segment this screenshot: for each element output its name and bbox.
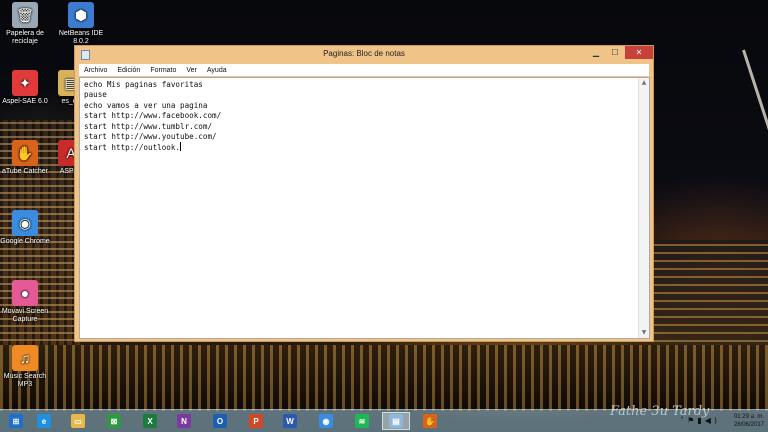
- scroll-up-icon[interactable]: ▲: [639, 78, 649, 88]
- aspel-sae-icon: ✦: [12, 70, 38, 96]
- start-button[interactable]: ⊞: [2, 412, 30, 430]
- text-line: start http://www.facebook.com/: [84, 111, 222, 121]
- taskbar-button[interactable]: ✋: [416, 412, 444, 430]
- taskbar-button[interactable]: ≋: [348, 412, 376, 430]
- minimize-button[interactable]: ▁: [587, 46, 605, 59]
- powerpoint-icon: P: [249, 414, 263, 428]
- taskbar-button[interactable]: X: [136, 412, 164, 430]
- onenote-icon: N: [177, 414, 191, 428]
- taskbar-button[interactable]: ⊠: [100, 412, 128, 430]
- maximize-button[interactable]: ☐: [606, 46, 624, 59]
- wallpaper-water: [0, 345, 768, 411]
- netbeans-icon: ⬢: [68, 2, 94, 28]
- close-button[interactable]: ✕: [625, 46, 653, 59]
- menu-edicion[interactable]: Edición: [112, 67, 145, 74]
- editor-content[interactable]: echo Mis paginas favoritas pause echo vamo…: [80, 78, 649, 156]
- desktop-icon-label: Movavi Screen Capture: [1, 308, 49, 323]
- flag-icon[interactable]: ⚑: [687, 416, 697, 425]
- taskbar-button[interactable]: ▭: [64, 412, 92, 430]
- file-explorer-icon: ▭: [71, 414, 85, 428]
- movavi-icon: ●: [12, 280, 38, 306]
- title-bar[interactable]: Paginas: Bloc de notas ▁ ☐ ✕: [75, 46, 653, 64]
- window-title: Paginas: Bloc de notas: [323, 49, 405, 58]
- taskbar-button[interactable]: ▤: [382, 412, 410, 430]
- word-icon: W: [283, 414, 297, 428]
- desktop-icon[interactable]: ♫ Music Search MP3: [0, 345, 56, 389]
- music-search-icon: ♫: [12, 345, 38, 371]
- taskbar-button[interactable]: ◉: [312, 412, 340, 430]
- volume-icon[interactable]: ◀): [705, 416, 720, 425]
- clock[interactable]: 01:29 a. m. 28/06/2017: [734, 413, 764, 429]
- taskbar: ⊞ e ▭ ⊠ X N O P W ◉ ≋ ▤ ✋ ˄⚑▮◀) 01:29 a. m. 28/06/20…: [0, 409, 768, 432]
- notepad-window[interactable]: Paginas: Bloc de notas ▁ ☐ ✕ Archivo Edi…: [74, 45, 654, 342]
- menu-ver[interactable]: Ver: [181, 67, 202, 74]
- desktop-icon-label: Music Search MP3: [3, 373, 47, 388]
- taskbar-button[interactable]: O: [206, 412, 234, 430]
- clock-time: 01:29 a. m.: [733, 414, 764, 420]
- chrome-icon: ◉: [12, 210, 38, 236]
- chrome-icon: ◉: [319, 414, 333, 428]
- desktop-icon-label: NetBeans IDE 8.0.2: [58, 30, 104, 45]
- spotify-icon: ≋: [355, 414, 369, 428]
- wallpaper-city-right: [653, 240, 768, 350]
- atube-catcher-icon: ✋: [423, 414, 437, 428]
- clock-date: 28/06/2017: [733, 422, 764, 428]
- taskbar-button[interactable]: P: [242, 412, 270, 430]
- text-caret: [180, 142, 182, 152]
- notepad-icon: ▤: [389, 414, 403, 428]
- internet-explorer-icon: e: [37, 414, 51, 428]
- windows-logo-icon: ⊞: [9, 414, 23, 428]
- system-tray-icons[interactable]: ˄⚑▮◀): [680, 416, 720, 425]
- desktop-icon-label: Google Chrome: [0, 238, 50, 245]
- taskbar-button[interactable]: e: [30, 412, 58, 430]
- menu-bar: Archivo Edición Formato Ver Ayuda: [79, 64, 649, 76]
- menu-archivo[interactable]: Archivo: [79, 67, 112, 74]
- desktop-icon[interactable]: ⬢ NetBeans IDE 8.0.2: [50, 2, 112, 46]
- text-line: echo vamos a ver una pagina: [84, 100, 208, 110]
- text-line-last: start http://outlook.: [84, 142, 645, 153]
- scroll-down-icon[interactable]: ▼: [639, 328, 649, 338]
- taskbar-button[interactable]: N: [170, 412, 198, 430]
- text-editor[interactable]: echo Mis paginas favoritas pause echo vamo…: [79, 77, 650, 339]
- desktop-icon[interactable]: 🗑 Papelera de reciclaje: [0, 2, 56, 46]
- outlook-icon: O: [213, 414, 227, 428]
- text-line: start http://www.tumblr.com/: [84, 121, 213, 131]
- text-line: start http://www.youtube.com/: [84, 132, 217, 142]
- excel-icon: X: [143, 414, 157, 428]
- desktop-icon[interactable]: ◉ Google Chrome: [0, 210, 56, 246]
- battery-icon[interactable]: ▮: [697, 416, 704, 425]
- recycle-bin-icon: 🗑: [12, 2, 38, 28]
- store-icon: ⊠: [107, 414, 121, 428]
- desktop-icon[interactable]: ● Movavi Screen Capture: [0, 280, 56, 324]
- vertical-scrollbar[interactable]: ▲ ▼: [638, 78, 649, 338]
- desktop-icon-label: Papelera de reciclaje: [6, 30, 44, 45]
- taskbar-button[interactable]: W: [276, 412, 304, 430]
- text-line: start http://outlook.: [84, 143, 181, 153]
- text-line: echo Mis paginas favoritas: [84, 80, 203, 89]
- menu-ayuda[interactable]: Ayuda: [202, 67, 232, 74]
- atube-catcher-icon: ✋: [12, 140, 38, 166]
- menu-formato[interactable]: Formato: [145, 67, 181, 74]
- text-line: pause: [84, 90, 107, 100]
